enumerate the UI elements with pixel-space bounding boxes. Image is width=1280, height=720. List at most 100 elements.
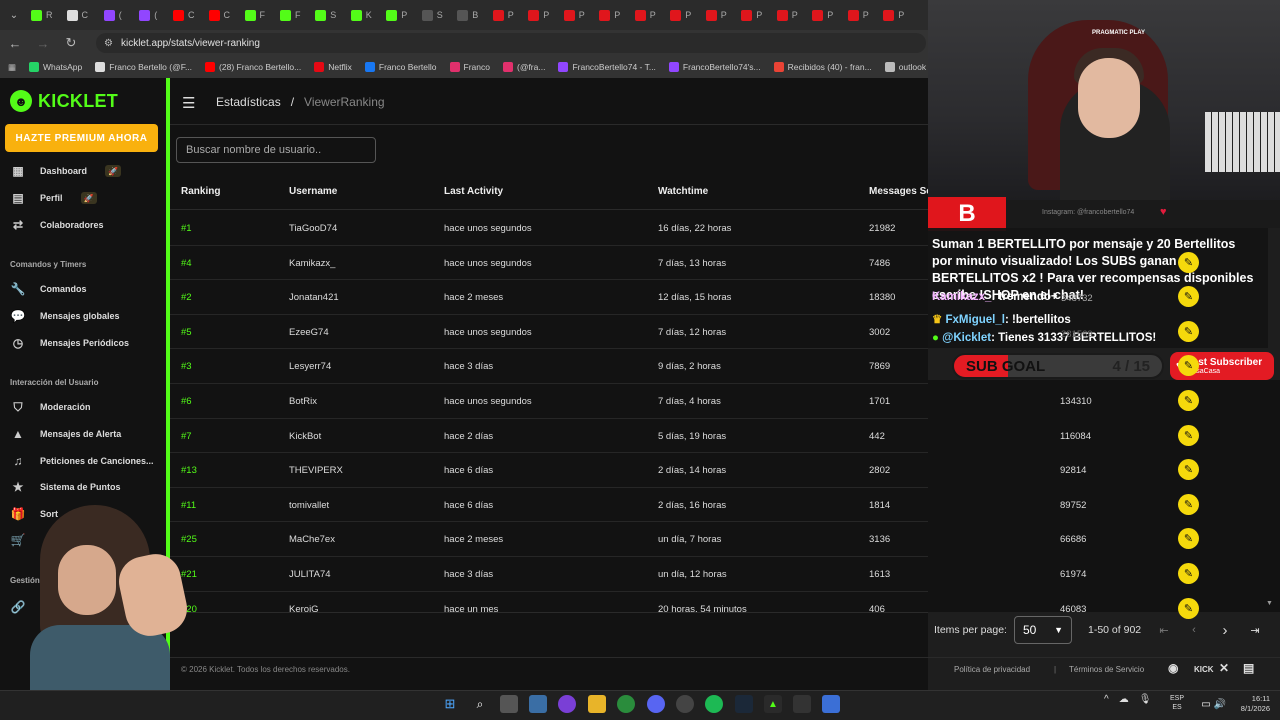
browser-tab[interactable]: F bbox=[273, 0, 309, 30]
discord-taskbar-icon[interactable] bbox=[647, 695, 665, 713]
browser-tab[interactable]: P bbox=[663, 0, 699, 30]
bookmark[interactable]: Franco Bertello (@F... bbox=[95, 62, 192, 72]
last-page-button[interactable]: ⇥ bbox=[1245, 620, 1265, 640]
terms-link[interactable]: Términos de Servicio bbox=[1069, 665, 1144, 674]
volume-icon[interactable]: 🔊 bbox=[1211, 695, 1229, 713]
browser-tab[interactable]: P bbox=[379, 0, 415, 30]
username-cell[interactable]: Jonatan421 bbox=[289, 292, 339, 303]
app5-icon[interactable] bbox=[822, 695, 840, 713]
username-cell[interactable]: tomivallet bbox=[289, 500, 329, 511]
sidebar-item-sistema-puntos[interactable]: ★ Sistema de Puntos bbox=[10, 480, 121, 494]
sidebar-item-peticiones[interactable]: ♫ Peticiones de Canciones... bbox=[10, 454, 154, 468]
sidebar-item-links[interactable]: 🔗 bbox=[10, 600, 26, 614]
items-per-page-select[interactable]: 50 ▼ bbox=[1014, 616, 1072, 644]
bookmark[interactable]: WhatsApp bbox=[29, 62, 82, 72]
onedrive-icon[interactable]: ☁ bbox=[1119, 694, 1129, 705]
spotify-icon[interactable] bbox=[705, 695, 723, 713]
browser-tab[interactable]: B bbox=[450, 0, 486, 30]
store-icon[interactable] bbox=[529, 695, 547, 713]
username-cell[interactable]: JULITA74 bbox=[289, 569, 331, 580]
edit-points-button[interactable]: ✎ bbox=[1178, 390, 1199, 411]
windows-start-icon[interactable]: ⊞ bbox=[441, 695, 459, 713]
apps-grid-icon[interactable]: ▦ bbox=[8, 62, 16, 73]
edit-points-button[interactable]: ✎ bbox=[1178, 424, 1199, 446]
username-cell[interactable]: KickBot bbox=[289, 431, 321, 442]
browser-tab[interactable]: P bbox=[521, 0, 557, 30]
previous-page-button[interactable]: ‹ bbox=[1184, 620, 1204, 640]
sidebar-item-comandos[interactable]: 🔧 Comandos bbox=[10, 282, 87, 296]
file-explorer-icon[interactable] bbox=[588, 695, 606, 713]
browser-tab[interactable]: R bbox=[24, 0, 60, 30]
bookmark[interactable]: FrancoBertello74 - T... bbox=[558, 62, 656, 72]
edit-points-button[interactable]: ✎ bbox=[1178, 597, 1199, 619]
premium-button[interactable]: HAZTE PREMIUM AHORA bbox=[5, 124, 158, 152]
username-cell[interactable]: TiaGooD74 bbox=[289, 223, 337, 234]
column-watchtime[interactable]: Watchtime bbox=[658, 186, 708, 197]
site-info-icon[interactable]: ⚙ bbox=[104, 38, 113, 49]
bookmark[interactable]: FrancoBertello74's... bbox=[668, 62, 761, 72]
discord-icon[interactable]: ◉ bbox=[1168, 661, 1178, 675]
clock[interactable]: 16:11 8/1/2026 bbox=[1230, 694, 1270, 714]
browser-tab[interactable]: S bbox=[415, 0, 451, 30]
edit-points-button[interactable]: ✎ bbox=[1178, 251, 1199, 273]
edit-points-button[interactable]: ✎ bbox=[1178, 320, 1199, 342]
column-messages[interactable]: Messages Se bbox=[869, 186, 928, 197]
browser-tab[interactable]: S bbox=[308, 0, 344, 30]
task-view-icon[interactable] bbox=[500, 695, 518, 713]
edit-points-button[interactable]: ✎ bbox=[1178, 563, 1199, 584]
sidebar-item-mensajes-alerta[interactable]: ▲ Mensajes de Alerta bbox=[10, 427, 121, 441]
app2-icon[interactable] bbox=[676, 695, 694, 713]
sidebar-item-tienda[interactable]: 🛒 bbox=[10, 533, 26, 547]
column-ranking[interactable]: Ranking bbox=[181, 186, 220, 197]
app-icon[interactable] bbox=[558, 695, 576, 713]
bookmark[interactable]: (28) Franco Bertello... bbox=[205, 62, 301, 72]
browser-tab[interactable]: P bbox=[628, 0, 664, 30]
app3-icon[interactable]: ▲ bbox=[764, 695, 782, 713]
bookmark[interactable]: Recibidos (40) - fran... bbox=[773, 62, 872, 72]
browser-tab[interactable]: P bbox=[557, 0, 593, 30]
username-cell[interactable]: Kamikazx_ bbox=[289, 258, 335, 269]
browser-tab[interactable]: C bbox=[60, 0, 96, 30]
back-icon[interactable]: ← bbox=[8, 36, 22, 51]
reload-icon[interactable]: ↻ bbox=[64, 35, 78, 51]
browser-tab[interactable]: C bbox=[166, 0, 202, 30]
browser-tab[interactable]: P bbox=[770, 0, 806, 30]
first-page-button[interactable]: ⇤ bbox=[1154, 620, 1174, 640]
browser-tab[interactable]: P bbox=[734, 0, 770, 30]
column-username[interactable]: Username bbox=[289, 186, 337, 197]
search-icon[interactable]: ⌕ bbox=[471, 695, 489, 713]
scroll-down-icon[interactable]: ▼ bbox=[1266, 600, 1273, 607]
browser-tab[interactable]: ( bbox=[95, 0, 131, 30]
browser-tab[interactable]: P bbox=[841, 0, 877, 30]
browser-tab[interactable]: K bbox=[344, 0, 380, 30]
sidebar-item-moderacion[interactable]: ⛉ Moderación bbox=[10, 400, 90, 414]
column-last-activity[interactable]: Last Activity bbox=[444, 186, 503, 197]
username-cell[interactable]: EzeeG74 bbox=[289, 327, 329, 338]
privacy-link[interactable]: Política de privacidad bbox=[954, 665, 1030, 674]
document-icon[interactable]: ▤ bbox=[1243, 661, 1254, 675]
browser-tab[interactable]: P bbox=[699, 0, 735, 30]
mic-icon[interactable]: 🎙 bbox=[1139, 694, 1152, 705]
sidebar-item-mensajes-globales[interactable]: 💬 Mensajes globales bbox=[10, 309, 120, 323]
tray-chevron-icon[interactable]: ^ bbox=[1104, 694, 1109, 705]
browser-tab[interactable]: C bbox=[202, 0, 238, 30]
chrome-icon[interactable] bbox=[617, 695, 635, 713]
browser-tab[interactable]: ( bbox=[131, 0, 167, 30]
forward-icon[interactable]: → bbox=[36, 36, 50, 51]
username-cell[interactable]: THEVIPERX bbox=[289, 465, 343, 476]
sidebar-item-mensajes-periodicos[interactable]: ◷ Mensajes Periódicos bbox=[10, 336, 129, 350]
sidebar-item-perfil[interactable]: ▤ Perfil 🚀 bbox=[10, 191, 97, 205]
bookmark[interactable]: Franco Bertello bbox=[364, 62, 437, 72]
url-field[interactable]: ⚙ kicklet.app/stats/viewer-ranking bbox=[96, 33, 926, 53]
edit-points-button[interactable]: ✎ bbox=[1178, 493, 1199, 515]
sidebar-item-dashboard[interactable]: ▦ Dashboard 🚀 bbox=[10, 164, 122, 178]
sidebar-item-colaboradores[interactable]: ⇄ Colaboradores bbox=[10, 218, 104, 232]
browser-tab[interactable]: P bbox=[876, 0, 912, 30]
bookmark[interactable]: (@fra... bbox=[502, 62, 545, 72]
bookmark[interactable]: outlook bbox=[884, 62, 926, 72]
bookmark[interactable]: Netflix bbox=[314, 62, 352, 72]
app4-icon[interactable] bbox=[793, 695, 811, 713]
bookmark[interactable]: Franco bbox=[449, 62, 490, 72]
x-icon[interactable]: ✕ bbox=[1219, 661, 1229, 675]
username-cell[interactable]: Lesyerr74 bbox=[289, 361, 331, 372]
